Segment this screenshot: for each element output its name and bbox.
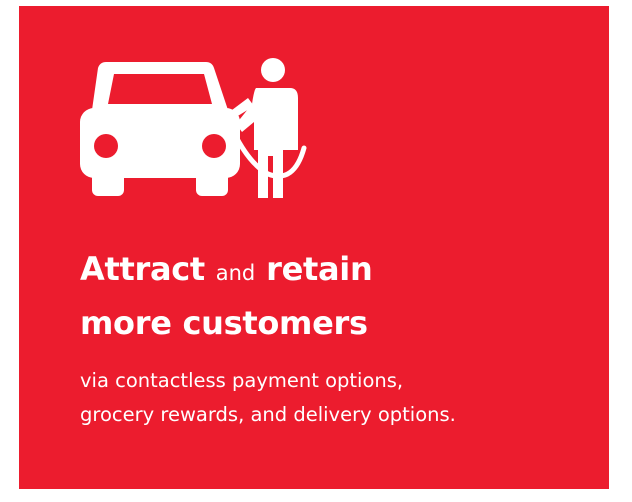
- headline-word-attract: Attract: [80, 250, 205, 288]
- headline-connector: and: [215, 261, 256, 285]
- subtitle-line-1: via contactless payment options,: [80, 369, 404, 392]
- headline-line-2: more customers: [80, 304, 368, 342]
- car-fueling-icon: [80, 58, 307, 198]
- page: Attract and retain more customers via co…: [0, 0, 632, 502]
- promo-card: Attract and retain more customers via co…: [19, 6, 609, 489]
- subtitle-line-2: grocery rewards, and delivery options.: [80, 403, 456, 426]
- headline: Attract and retain more customers: [80, 244, 580, 348]
- headline-word-retain: retain: [266, 250, 373, 288]
- subtitle: via contactless payment options, grocery…: [80, 364, 600, 432]
